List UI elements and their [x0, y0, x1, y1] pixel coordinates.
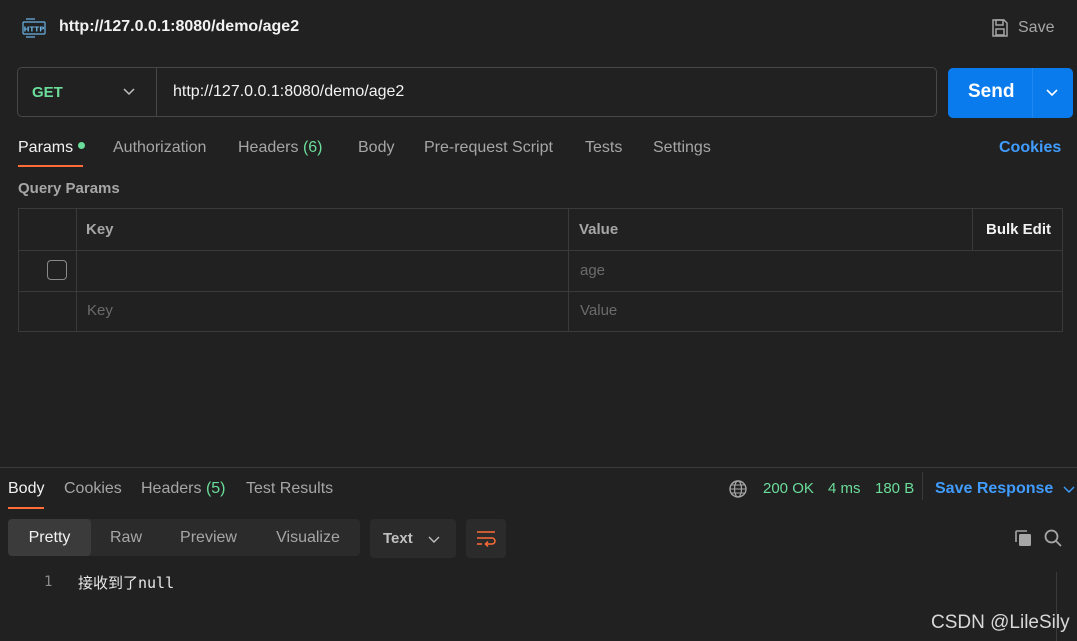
new-param-value-input[interactable]: Value [580, 302, 617, 319]
copy-icon[interactable] [1013, 528, 1033, 552]
response-tab-headers[interactable]: Headers (5) [141, 480, 226, 498]
globe-icon[interactable] [728, 479, 748, 503]
save-button[interactable]: Save [990, 16, 1054, 40]
response-tab-test-results[interactable]: Test Results [246, 480, 333, 498]
response-tab-underline [8, 507, 44, 509]
column-header-value: Value [579, 221, 619, 238]
view-mode-visualize[interactable]: Visualize [256, 519, 360, 556]
response-size[interactable]: 180 B [875, 480, 914, 497]
response-body-text[interactable]: 接收到了null [78, 572, 174, 593]
tab-pre-request-script[interactable]: Pre-request Script [424, 139, 553, 157]
response-tab-cookies[interactable]: Cookies [64, 480, 122, 498]
query-params-title: Query Params [18, 180, 120, 197]
response-tab-body[interactable]: Body [8, 480, 44, 498]
tab-params[interactable]: Params [18, 139, 86, 157]
param-enable-checkbox[interactable] [47, 260, 67, 280]
http-icon: HTTP [22, 16, 46, 40]
method-select[interactable]: GET [18, 68, 157, 116]
send-label: Send [968, 81, 1015, 102]
tab-params-label: Params [18, 139, 74, 156]
cookies-link[interactable]: Cookies [999, 139, 1061, 157]
tab-headers-label: Headers [238, 139, 299, 156]
table-col-divider [76, 209, 77, 331]
chevron-down-icon [1063, 486, 1075, 493]
save-response-label: Save Response [935, 480, 1054, 497]
send-button[interactable]: Send [948, 68, 1073, 118]
view-mode-switcher: Pretty Raw Preview Visualize [8, 519, 360, 556]
tab-headers-count: (6) [302, 139, 323, 156]
bulk-edit-button[interactable]: Bulk Edit [986, 221, 1051, 238]
chevron-down-icon [428, 536, 440, 543]
active-tab-underline [18, 165, 83, 167]
response-tab-headers-count: (5) [205, 480, 226, 497]
column-header-key: Key [86, 221, 114, 238]
request-title: http://127.0.0.1:8080/demo/age2 [59, 18, 300, 35]
param-value-field[interactable]: age [580, 262, 605, 279]
format-label: Text [383, 530, 413, 547]
response-tab-headers-label: Headers [141, 480, 202, 497]
params-indicator-dot [78, 142, 86, 150]
tab-body[interactable]: Body [358, 139, 394, 157]
save-response-button[interactable]: Save Response [935, 480, 1075, 498]
status-code[interactable]: 200 OK [763, 480, 814, 497]
tab-authorization[interactable]: Authorization [113, 139, 206, 157]
save-label: Save [1018, 19, 1055, 36]
wrap-lines-button[interactable] [466, 519, 506, 558]
response-divider[interactable] [0, 467, 1077, 468]
svg-text:HTTP: HTTP [24, 26, 45, 34]
table-row-divider [19, 250, 1062, 251]
chevron-down-icon[interactable] [1045, 86, 1059, 100]
response-time[interactable]: 4 ms [828, 480, 861, 497]
tab-tests[interactable]: Tests [585, 139, 622, 157]
url-input[interactable]: http://127.0.0.1:8080/demo/age2 [173, 83, 404, 101]
tab-headers[interactable]: Headers (6) [238, 139, 323, 157]
table-col-divider [972, 209, 973, 250]
wrap-lines-icon [477, 531, 496, 548]
chevron-down-icon [123, 88, 135, 96]
table-col-divider [568, 209, 569, 331]
new-param-key-input[interactable]: Key [87, 302, 113, 319]
search-icon[interactable] [1043, 528, 1063, 552]
view-mode-raw[interactable]: Raw [91, 519, 161, 556]
table-row-divider [19, 291, 1062, 292]
method-label: GET [32, 83, 63, 101]
query-params-table: Key Value Bulk Edit age Key Value [18, 208, 1063, 332]
tab-settings[interactable]: Settings [653, 139, 711, 157]
view-mode-pretty[interactable]: Pretty [8, 519, 91, 556]
save-icon [992, 19, 1008, 37]
url-bar: GET http://127.0.0.1:8080/demo/age2 [17, 67, 937, 117]
watermark: CSDN @LileSily [931, 612, 1070, 633]
status-separator [922, 472, 923, 500]
view-mode-preview[interactable]: Preview [161, 519, 256, 556]
line-number: 1 [44, 574, 53, 590]
send-divider [1032, 68, 1033, 118]
format-select[interactable]: Text [370, 519, 456, 558]
